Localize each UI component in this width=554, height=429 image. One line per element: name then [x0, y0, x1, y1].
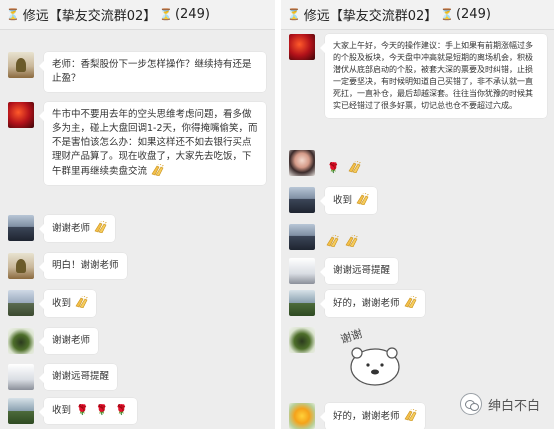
message-bubble[interactable]: 好的，谢谢老师 [320, 290, 425, 317]
avatar[interactable] [8, 328, 34, 354]
message: 🌹 [289, 150, 361, 176]
chat-title: 修远【挚友交流群02】 [22, 9, 157, 24]
message-bubble[interactable]: 谢谢老师 [38, 328, 99, 354]
emoji-message[interactable]: 🌹 [325, 150, 361, 175]
message-bubble[interactable]: 明白！谢谢老师 [39, 253, 127, 279]
message-bubble[interactable]: 谢谢远哥提醒 [319, 258, 399, 284]
hourglass-icon: ⏳ [287, 8, 301, 21]
message-bubble[interactable]: 好的，谢谢老师 [320, 403, 425, 429]
avatar[interactable] [289, 290, 315, 316]
avatar[interactable] [8, 364, 34, 390]
rose-icon: 🌹 [95, 405, 108, 416]
avatar[interactable] [8, 102, 34, 128]
message-text: 谢谢远哥提醒 [333, 265, 391, 276]
clapping-hands-icon [326, 235, 339, 247]
message-text: 老师：香梨股份下一步怎样操作？继续持有还是止盈？ [52, 59, 252, 84]
sticker-text: 谢谢 [339, 326, 364, 346]
message: 谢谢远哥提醒 [289, 258, 399, 284]
clapping-hands-icon [356, 193, 369, 205]
message: 谢谢老师 [8, 215, 116, 242]
hourglass-icon: ⏳ [159, 8, 173, 21]
avatar[interactable] [8, 398, 34, 424]
clapping-hands-icon [75, 296, 88, 308]
chat-header[interactable]: ⏳ 修远【挚友交流群02】 ⏳ (249) [281, 0, 554, 30]
rose-icon: 🌹 [76, 405, 89, 416]
avatar[interactable] [289, 224, 315, 250]
message: 好的，谢谢老师 [289, 403, 425, 429]
message: 收到 🌹 🌹 🌹 [8, 398, 138, 424]
watermark: 绅白不白 [459, 393, 540, 415]
member-count: (249) [455, 7, 491, 22]
rose-icon: 🌹 [327, 163, 340, 174]
avatar[interactable] [8, 52, 34, 78]
message-text: 大家上午好，今天的操作建议：手上如果有前期涨幅过多的个股及板块，今天盘中冲高就是… [333, 41, 533, 110]
wechat-logo-icon [459, 393, 482, 415]
message-text: 好的，谢谢老师 [333, 411, 400, 422]
message: 收到 [289, 187, 378, 214]
avatar[interactable] [289, 187, 315, 213]
avatar[interactable] [289, 403, 315, 429]
rose-icon: 🌹 [115, 405, 128, 416]
bear-sticker[interactable]: 谢谢 [335, 325, 407, 389]
emoji-message[interactable] [325, 224, 358, 249]
praying-hands-icon [345, 235, 358, 247]
clapping-hands-icon [404, 409, 417, 421]
message: 牛市中不要用去年的空头思维考虑问题，看多做多为主，碰上大盘回调1-2天，你得掩嘴… [8, 102, 266, 185]
message: 老师：香梨股份下一步怎样操作？继续持有还是止盈？ [8, 52, 266, 92]
message-text: 好的，谢谢老师 [333, 298, 400, 309]
avatar[interactable] [8, 215, 34, 241]
clapping-hands-icon [94, 221, 107, 233]
message-text: 谢谢老师 [52, 223, 91, 234]
chat-title: 修远【挚友交流群02】 [303, 9, 438, 24]
message-text: 收到 [52, 405, 72, 416]
message: 好的，谢谢老师 [289, 290, 425, 317]
avatar[interactable] [289, 150, 315, 176]
message-bubble[interactable]: 谢谢远哥提醒 [38, 364, 118, 390]
message: 明白！谢谢老师 [8, 253, 127, 279]
avatar[interactable] [8, 253, 34, 279]
message-text: 收到 [333, 195, 353, 206]
clapping-hands-icon [348, 161, 361, 173]
message-bubble[interactable]: 收到 [319, 187, 378, 214]
clapping-hands-icon [404, 296, 417, 308]
avatar[interactable] [8, 290, 34, 316]
left-chat-panel: ⏳ 修远【挚友交流群02】 ⏳ (249) 老师：香梨股份下一步怎样操作？继续持… [0, 0, 275, 429]
avatar[interactable] [289, 258, 315, 284]
member-count: (249) [174, 7, 210, 22]
message-bubble[interactable]: 收到 [38, 290, 97, 317]
avatar[interactable] [289, 327, 315, 353]
right-chat-panel: ⏳ 修远【挚友交流群02】 ⏳ (249) 大家上午好，今天的操作建议：手上如果… [281, 0, 554, 429]
message-text: 谢谢老师 [52, 335, 91, 346]
avatar[interactable] [289, 34, 315, 60]
message: 谢谢远哥提醒 [8, 364, 118, 390]
message [289, 327, 325, 353]
hourglass-icon: ⏳ [6, 8, 20, 21]
message-text: 谢谢远哥提醒 [52, 371, 110, 382]
chat-header[interactable]: ⏳ 修远【挚友交流群02】 ⏳ (249) [0, 0, 275, 30]
message-text: 收到 [52, 298, 72, 309]
message-text: 明白！谢谢老师 [52, 260, 119, 271]
hourglass-icon: ⏳ [440, 8, 454, 21]
message: 谢谢老师 [8, 328, 99, 354]
message-bubble[interactable]: 牛市中不要用去年的空头思维考虑问题，看多做多为主，碰上大盘回调1-2天，你得掩嘴… [39, 102, 266, 185]
message [289, 224, 358, 250]
message-bubble[interactable]: 大家上午好，今天的操作建议：手上如果有前期涨幅过多的个股及板块，今天盘中冲高就是… [320, 34, 547, 118]
message: 收到 [8, 290, 97, 317]
message-bubble[interactable]: 谢谢老师 [38, 215, 116, 242]
message-bubble[interactable]: 收到 🌹 🌹 🌹 [38, 398, 138, 424]
message: 大家上午好，今天的操作建议：手上如果有前期涨幅过多的个股及板块，今天盘中冲高就是… [289, 34, 547, 118]
message-bubble[interactable]: 老师：香梨股份下一步怎样操作？继续持有还是止盈？ [39, 52, 266, 92]
clapping-hands-icon [151, 164, 164, 176]
watermark-label: 绅白不白 [487, 398, 540, 414]
